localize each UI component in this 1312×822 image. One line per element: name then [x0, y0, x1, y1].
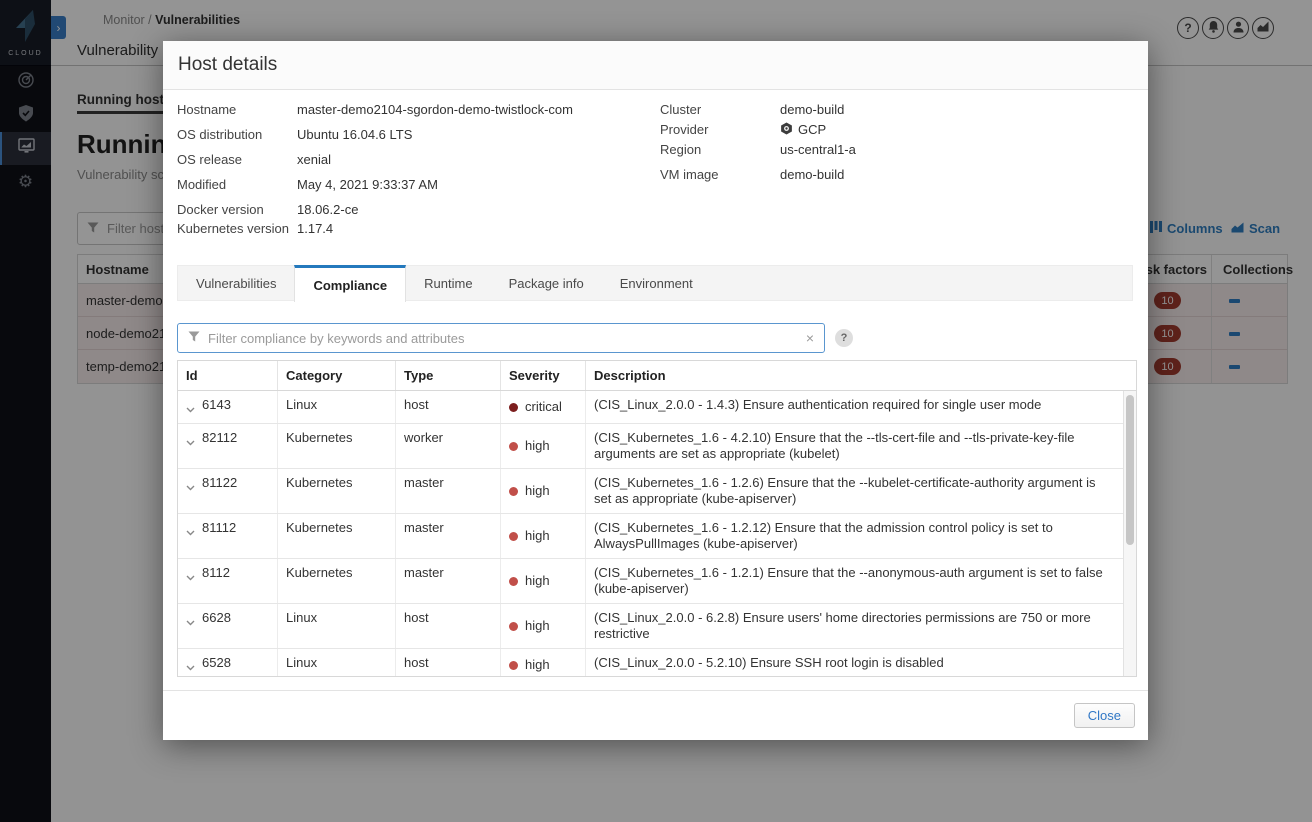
detail-label: Cluster: [660, 102, 702, 117]
detail-label: Kubernetes version: [177, 221, 290, 236]
chevron-down-icon[interactable]: [186, 479, 195, 495]
modal-tabbar: Vulnerabilities Compliance Runtime Packa…: [177, 265, 1133, 302]
scrollbar-thumb[interactable]: [1126, 395, 1134, 545]
detail-label: Modified: [177, 177, 227, 192]
modal-title: Host details: [178, 54, 278, 75]
detail-label: Provider: [660, 122, 709, 137]
chevron-down-icon[interactable]: [186, 524, 195, 540]
modal-footer: Close: [163, 690, 1148, 740]
chevron-down-icon[interactable]: [186, 614, 195, 630]
detail-value: demo-build: [780, 167, 845, 182]
severity-dot: [509, 531, 518, 541]
chevron-down-icon[interactable]: [186, 659, 195, 675]
severity-dot: [509, 441, 518, 451]
tab-package-info[interactable]: Package info: [491, 266, 602, 300]
type-column-header[interactable]: Type: [396, 361, 501, 390]
compliance-row[interactable]: 81122 Kubernetes master high (CIS_Kubern…: [178, 469, 1124, 514]
compliance-table-header: Id Category Type Severity Description: [178, 361, 1136, 391]
host-details-right: Cluster demo-build Provider GCP Region us-…: [660, 101, 856, 186]
compliance-table-body: 6143 Linux host critical (CIS_Linux_2.0.…: [178, 391, 1124, 676]
chevron-down-icon[interactable]: [186, 569, 195, 585]
funnel-icon: [188, 329, 200, 347]
detail-value: demo-build: [780, 102, 845, 117]
host-details-modal: Host details Hostname master-demo2104-sgo…: [163, 41, 1148, 740]
compliance-filter-placeholder: Filter compliance by keywords and attrib…: [208, 330, 465, 346]
detail-value: xenial: [297, 152, 331, 167]
severity-column-header[interactable]: Severity: [501, 361, 586, 390]
compliance-row[interactable]: 82112 Kubernetes worker high (CIS_Kubern…: [178, 424, 1124, 469]
severity-dot: [509, 402, 518, 412]
detail-value: Ubuntu 16.04.6 LTS: [297, 127, 413, 142]
tab-compliance[interactable]: Compliance: [294, 265, 407, 302]
detail-value: us-central1-a: [780, 142, 856, 157]
tab-runtime[interactable]: Runtime: [406, 266, 490, 300]
compliance-row[interactable]: 8112 Kubernetes master high (CIS_Kuberne…: [178, 559, 1124, 604]
gcp-icon: [780, 121, 793, 138]
detail-label: Region: [660, 142, 702, 157]
detail-label: Hostname: [177, 102, 237, 117]
compliance-row[interactable]: 81112 Kubernetes master high (CIS_Kubern…: [178, 514, 1124, 559]
severity-dot: [509, 621, 518, 631]
detail-value: master-demo2104-sgordon-demo-twistlock-c…: [297, 102, 573, 117]
severity-dot: [509, 486, 518, 496]
detail-label: OS distribution: [177, 127, 263, 142]
compliance-row[interactable]: 6143 Linux host critical (CIS_Linux_2.0.…: [178, 391, 1124, 424]
app-root: CLOUD ⚙ › Monitor / Vulnerabilities Vuln…: [0, 0, 1312, 822]
severity-dot: [509, 660, 518, 670]
table-scrollbar[interactable]: [1123, 391, 1136, 676]
host-details-left: Hostname master-demo2104-sgordon-demo-twi…: [177, 101, 573, 245]
modal-header: Host details: [163, 41, 1148, 90]
category-column-header[interactable]: Category: [278, 361, 396, 390]
chevron-down-icon[interactable]: [186, 434, 195, 450]
detail-value: 18.06.2-ce: [297, 202, 359, 217]
tab-environment[interactable]: Environment: [602, 266, 711, 300]
severity-dot: [509, 576, 518, 586]
detail-label: VM image: [660, 167, 719, 182]
detail-value: May 4, 2021 9:33:37 AM: [297, 177, 438, 192]
detail-value: GCP: [798, 122, 827, 137]
compliance-row[interactable]: 6528 Linux host high (CIS_Linux_2.0.0 - …: [178, 649, 1124, 676]
compliance-table: Id Category Type Severity Description 61…: [177, 360, 1137, 677]
detail-label: OS release: [177, 152, 243, 167]
detail-label: Docker version: [177, 202, 264, 217]
id-column-header[interactable]: Id: [178, 361, 278, 390]
close-button[interactable]: Close: [1073, 703, 1135, 728]
filter-help-button[interactable]: ?: [835, 329, 853, 347]
chevron-down-icon[interactable]: [186, 401, 195, 417]
clear-filter-icon[interactable]: ×: [806, 330, 814, 346]
compliance-row[interactable]: 6628 Linux host high (CIS_Linux_2.0.0 - …: [178, 604, 1124, 649]
compliance-filter-input[interactable]: Filter compliance by keywords and attrib…: [177, 323, 825, 353]
description-column-header[interactable]: Description: [586, 361, 1136, 390]
tab-vulnerabilities[interactable]: Vulnerabilities: [178, 266, 294, 300]
detail-value: 1.17.4: [297, 221, 334, 236]
